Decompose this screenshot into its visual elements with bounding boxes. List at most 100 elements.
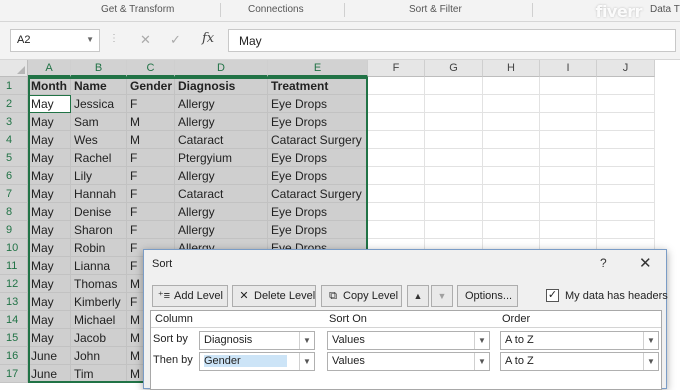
cell-b2[interactable]: Jessica — [71, 95, 127, 113]
column-header-h[interactable]: H — [483, 60, 540, 77]
cell-j2[interactable] — [597, 95, 655, 113]
cell-e6[interactable]: Eye Drops — [268, 167, 368, 185]
resize-handle-icon[interactable]: ⋮ — [109, 33, 120, 44]
enter-icon[interactable]: ✓ — [170, 32, 181, 48]
chevron-down-icon[interactable]: ▼ — [86, 35, 94, 44]
cell-b7[interactable]: Hannah — [71, 185, 127, 203]
cell-f3[interactable] — [368, 113, 425, 131]
cell-c9[interactable]: F — [127, 221, 175, 239]
chevron-down-icon[interactable]: ▼ — [643, 332, 658, 349]
cell-a8[interactable]: May — [28, 203, 71, 221]
then-by-order-select[interactable]: A to Z ▼ — [500, 352, 659, 371]
sort-by-sort-on-select[interactable]: Values ▼ — [327, 331, 490, 350]
row-header-4[interactable]: 4 — [0, 131, 28, 149]
cell-b1[interactable]: Name — [71, 77, 127, 95]
cell-b13[interactable]: Kimberly — [71, 293, 127, 311]
column-header-c[interactable]: C — [127, 60, 175, 77]
chevron-down-icon[interactable]: ▼ — [643, 353, 658, 370]
formula-input[interactable]: May — [228, 29, 676, 52]
cell-j6[interactable] — [597, 167, 655, 185]
cell-d7[interactable]: Cataract — [175, 185, 268, 203]
row-header-5[interactable]: 5 — [0, 149, 28, 167]
cell-i1[interactable] — [540, 77, 597, 95]
cell-g6[interactable] — [425, 167, 483, 185]
cell-c3[interactable]: M — [127, 113, 175, 131]
cell-f1[interactable] — [368, 77, 425, 95]
ribbon-group-connections[interactable]: Connections — [248, 4, 304, 15]
cell-i8[interactable] — [540, 203, 597, 221]
cell-b16[interactable]: John — [71, 347, 127, 365]
row-header-7[interactable]: 7 — [0, 185, 28, 203]
cell-e2[interactable]: Eye Drops — [268, 95, 368, 113]
cell-c7[interactable]: F — [127, 185, 175, 203]
cell-c6[interactable]: F — [127, 167, 175, 185]
cell-i3[interactable] — [540, 113, 597, 131]
cell-a3[interactable]: May — [28, 113, 71, 131]
cell-h6[interactable] — [483, 167, 540, 185]
cell-j7[interactable] — [597, 185, 655, 203]
cell-d9[interactable]: Allergy — [175, 221, 268, 239]
row-header-1[interactable]: 1 — [0, 77, 28, 95]
column-header-i[interactable]: I — [540, 60, 597, 77]
cell-a9[interactable]: May — [28, 221, 71, 239]
delete-level-button[interactable]: ✕ Delete Level — [232, 285, 316, 307]
cell-b8[interactable]: Denise — [71, 203, 127, 221]
ribbon-group-sort-filter[interactable]: Sort & Filter — [409, 4, 462, 15]
row-header-11[interactable]: 11 — [0, 257, 28, 275]
cell-h9[interactable] — [483, 221, 540, 239]
cell-f8[interactable] — [368, 203, 425, 221]
then-by-column-select[interactable]: Gender ▼ — [199, 352, 315, 371]
cell-j9[interactable] — [597, 221, 655, 239]
cell-e1[interactable]: Treatment — [268, 77, 368, 95]
cancel-icon[interactable]: ✕ — [140, 32, 151, 48]
column-header-e[interactable]: E — [268, 60, 368, 77]
cell-d5[interactable]: Ptergyium — [175, 149, 268, 167]
cell-f2[interactable] — [368, 95, 425, 113]
ribbon-group-data-tools[interactable]: Data T — [650, 4, 680, 15]
cell-b17[interactable]: Tim — [71, 365, 127, 383]
cell-g9[interactable] — [425, 221, 483, 239]
cell-f5[interactable] — [368, 149, 425, 167]
cell-f4[interactable] — [368, 131, 425, 149]
cell-d1[interactable]: Diagnosis — [175, 77, 268, 95]
row-header-15[interactable]: 15 — [0, 329, 28, 347]
name-box[interactable]: A2 ▼ — [10, 29, 100, 52]
cell-h1[interactable] — [483, 77, 540, 95]
row-header-14[interactable]: 14 — [0, 311, 28, 329]
help-icon[interactable]: ? — [600, 256, 607, 270]
cell-e7[interactable]: Cataract Surgery — [268, 185, 368, 203]
cell-b3[interactable]: Sam — [71, 113, 127, 131]
cell-a2[interactable]: May — [28, 95, 71, 113]
row-header-13[interactable]: 13 — [0, 293, 28, 311]
row-header-17[interactable]: 17 — [0, 365, 28, 383]
cell-h8[interactable] — [483, 203, 540, 221]
cell-b5[interactable]: Rachel — [71, 149, 127, 167]
cell-b6[interactable]: Lily — [71, 167, 127, 185]
row-header-12[interactable]: 12 — [0, 275, 28, 293]
chevron-down-icon[interactable]: ▼ — [474, 332, 489, 349]
cell-b15[interactable]: Jacob — [71, 329, 127, 347]
cell-j4[interactable] — [597, 131, 655, 149]
column-header-g[interactable]: G — [425, 60, 483, 77]
cell-a5[interactable]: May — [28, 149, 71, 167]
cell-b4[interactable]: Wes — [71, 131, 127, 149]
cell-i4[interactable] — [540, 131, 597, 149]
cell-h5[interactable] — [483, 149, 540, 167]
options-button[interactable]: Options... — [457, 285, 518, 307]
row-header-9[interactable]: 9 — [0, 221, 28, 239]
cell-c5[interactable]: F — [127, 149, 175, 167]
cell-j3[interactable] — [597, 113, 655, 131]
cell-d3[interactable]: Allergy — [175, 113, 268, 131]
cell-j8[interactable] — [597, 203, 655, 221]
cell-g7[interactable] — [425, 185, 483, 203]
row-header-3[interactable]: 3 — [0, 113, 28, 131]
cell-a15[interactable]: May — [28, 329, 71, 347]
copy-level-button[interactable]: ⧉ Copy Level — [321, 285, 402, 307]
move-up-button[interactable]: ▲ — [407, 285, 429, 307]
chevron-down-icon[interactable]: ▼ — [299, 353, 314, 370]
cell-h7[interactable] — [483, 185, 540, 203]
cell-d2[interactable]: Allergy — [175, 95, 268, 113]
cell-a7[interactable]: May — [28, 185, 71, 203]
row-header-2[interactable]: 2 — [0, 95, 28, 113]
cell-b10[interactable]: Robin — [71, 239, 127, 257]
